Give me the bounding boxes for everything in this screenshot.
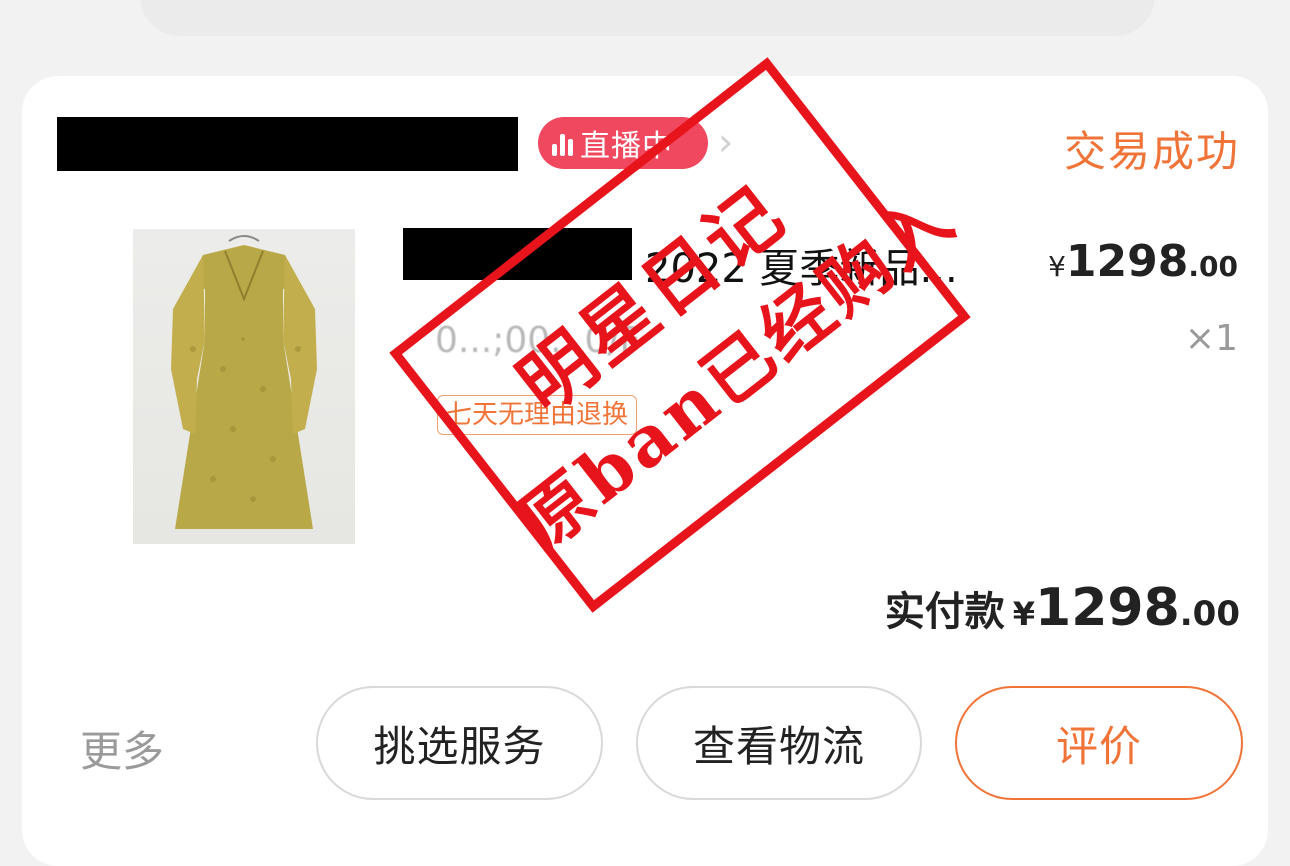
product-title[interactable]: 2022 夏季新品... [645,236,958,294]
view-logistics-button[interactable]: 查看物流 [636,686,922,800]
dress-illustration [171,235,317,529]
total-paid: 实付款 ¥1298.00 [885,578,1240,638]
price-integer: 1298 [1065,236,1189,287]
product-brand-redacted[interactable] [403,228,632,280]
price-currency: ¥ [1048,250,1066,283]
total-decimal: .00 [1179,594,1240,634]
order-status: 交易成功 [1063,127,1240,176]
live-bars-icon [552,130,576,156]
total-label: 实付款 [884,589,1005,635]
review-button[interactable]: 评价 [955,686,1243,800]
price-decimal: .00 [1188,250,1238,283]
live-badge-label: 直播中 [580,129,673,164]
return-policy-tag: 七天无理由退换 [437,395,638,435]
total-currency: ¥ [1012,595,1036,633]
previous-order-card [140,0,1155,36]
product-price: ¥1298.00 [1048,236,1238,287]
product-image[interactable] [133,229,355,544]
total-integer: 1298 [1035,578,1180,638]
live-badge[interactable]: 直播中 [538,117,708,169]
product-sku: 0...;00...0/F [435,320,641,361]
store-name-redacted[interactable] [57,117,518,171]
product-quantity: ×1 [1184,318,1238,359]
more-button[interactable]: 更多 [80,718,164,779]
chevron-right-icon[interactable]: › [718,120,733,164]
select-service-button[interactable]: 挑选服务 [316,686,603,800]
